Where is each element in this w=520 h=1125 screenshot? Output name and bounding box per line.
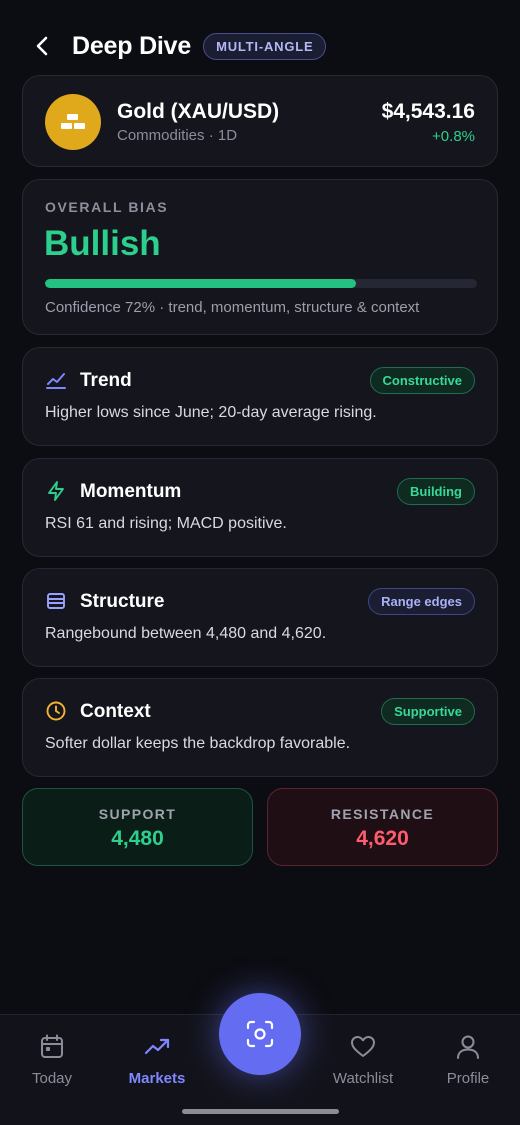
factor-card-context[interactable]: Context Supportive Softer dollar keeps t… — [22, 678, 498, 777]
scan-button[interactable] — [219, 993, 301, 1075]
tab-watchlist[interactable]: Watchlist — [311, 1015, 415, 1111]
calendar-icon — [41, 1034, 63, 1058]
support-value: 4,480 — [111, 827, 164, 850]
confidence-bar — [45, 279, 477, 288]
asset-change: +0.8% — [432, 128, 475, 145]
factor-status-badge: Range edges — [368, 588, 475, 615]
factor-title: Momentum — [80, 481, 182, 502]
mode-badge: MULTI-ANGLE — [203, 32, 327, 60]
factor-status-badge: Building — [397, 478, 475, 505]
factor-title: Context — [80, 701, 151, 722]
tab-label: Profile — [446, 1070, 490, 1087]
page-title: Deep Dive — [72, 31, 192, 60]
bias-label: OVERALL BIAS — [45, 199, 169, 215]
factor-description: Rangebound between 4,480 and 4,620. — [45, 625, 327, 642]
chevron-left-icon — [36, 36, 48, 56]
trend-line-icon — [46, 373, 66, 389]
confidence-caption: Confidence 72% · trend, momentum, struct… — [45, 299, 420, 316]
resistance-value: 4,620 — [356, 827, 409, 850]
home-indicator — [182, 1109, 339, 1114]
resistance-label: RESISTANCE — [330, 806, 435, 822]
factor-description: RSI 61 and rising; MACD positive. — [45, 515, 287, 532]
tab-today[interactable]: Today — [0, 1015, 104, 1111]
factor-title: Trend — [80, 370, 132, 391]
lightning-icon — [48, 481, 64, 501]
user-icon — [457, 1035, 479, 1059]
header: Deep Dive MULTI-ANGLE — [0, 24, 520, 68]
back-button[interactable] — [30, 24, 54, 68]
overall-bias-card: OVERALL BIAS Bullish Confidence 72% · tr… — [22, 179, 498, 335]
factor-status-badge: Constructive — [369, 367, 475, 394]
resistance-level-card: RESISTANCE 4,620 — [267, 788, 498, 866]
tab-label: Watchlist — [332, 1070, 394, 1087]
asset-card[interactable]: Gold (XAU/USD) Commodities · 1D $4,543.1… — [22, 75, 498, 167]
asset-meta: Commodities · 1D — [117, 127, 238, 144]
factor-card-structure[interactable]: Structure Range edges Rangebound between… — [22, 568, 498, 667]
gold-bars-icon — [45, 94, 101, 150]
factor-title: Structure — [80, 591, 165, 612]
confidence-bar-fill — [45, 279, 357, 288]
tab-markets[interactable]: Markets — [105, 1015, 209, 1111]
factor-description: Higher lows since June; 20-day average r… — [45, 404, 377, 421]
trending-up-icon — [144, 1038, 170, 1055]
asset-price: $4,543.16 — [381, 100, 475, 123]
tab-label: Today — [31, 1070, 73, 1087]
tab-label: Markets — [128, 1070, 186, 1087]
layers-icon — [47, 593, 65, 609]
factor-card-momentum[interactable]: Momentum Building RSI 61 and rising; MAC… — [22, 458, 498, 557]
support-label: SUPPORT — [98, 806, 177, 822]
support-level-card: SUPPORT 4,480 — [22, 788, 253, 866]
bias-value: Bullish — [44, 224, 161, 263]
tab-profile[interactable]: Profile — [416, 1015, 520, 1111]
clock-icon — [46, 701, 66, 721]
scan-icon — [246, 1020, 274, 1048]
factor-card-trend[interactable]: Trend Constructive Higher lows since Jun… — [22, 347, 498, 446]
factor-status-badge: Supportive — [381, 698, 475, 725]
factor-description: Softer dollar keeps the backdrop favorab… — [45, 735, 351, 752]
asset-name: Gold (XAU/USD) — [117, 100, 280, 123]
heart-icon — [351, 1036, 375, 1057]
